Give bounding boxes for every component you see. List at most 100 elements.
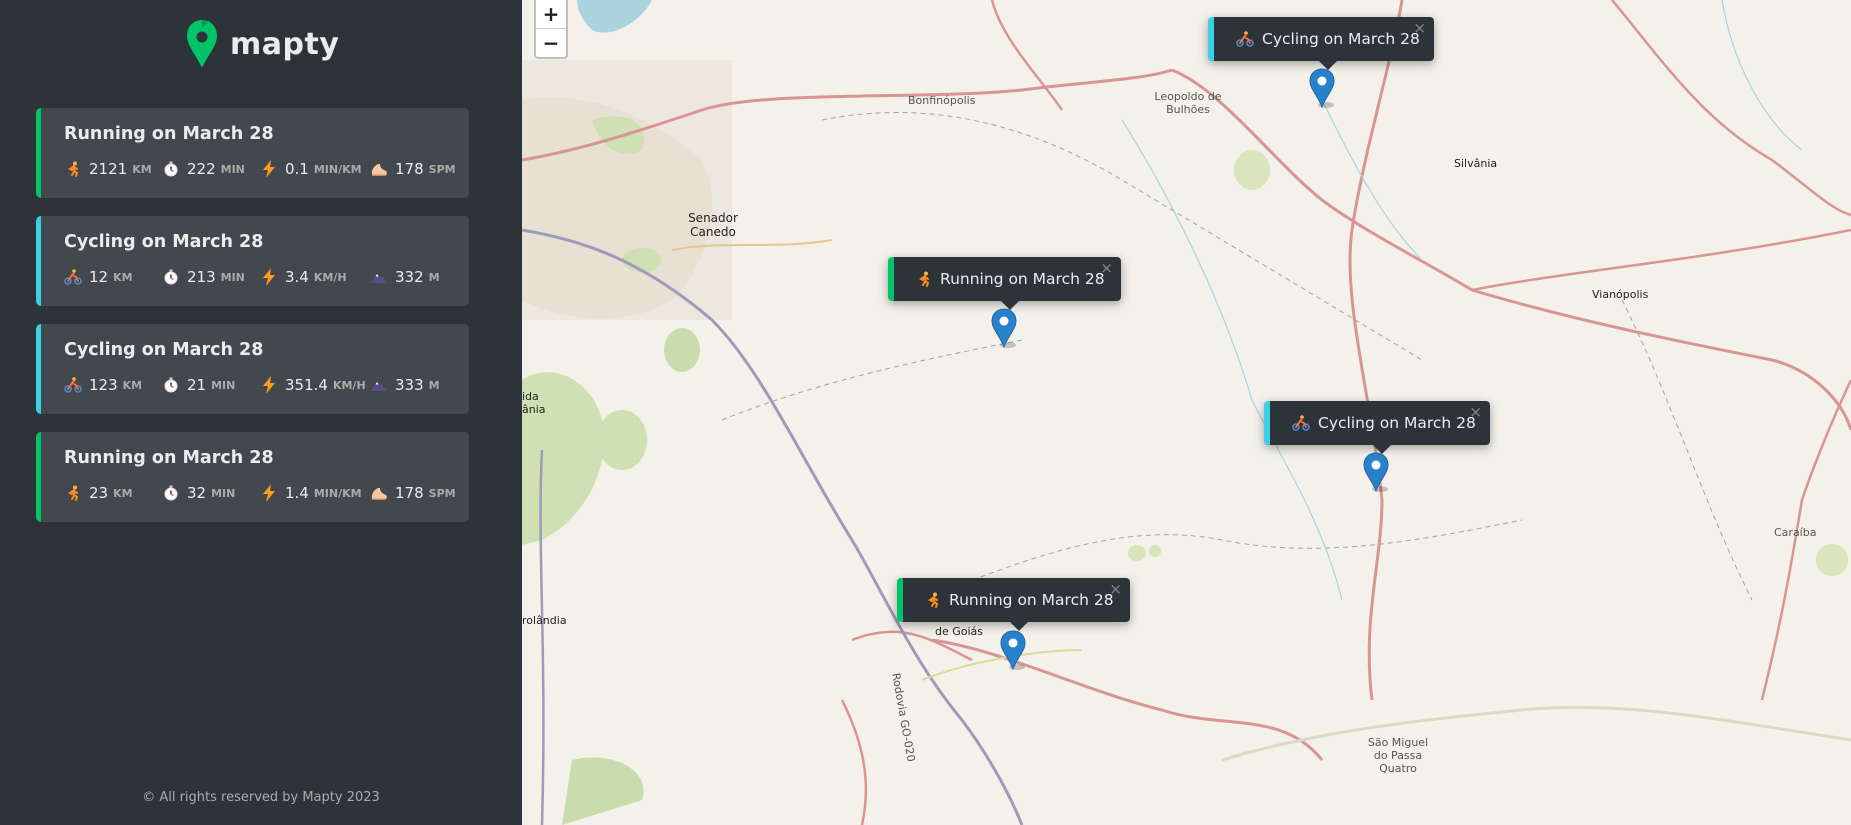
workout-details: 2121 KM 222 MIN 0.1 MIN/KM 178 SPM [64,160,460,178]
lightning-icon [260,268,278,286]
workout-list: Running on March 28 2121 KM 222 MIN 0.1 … [36,108,469,540]
popup-close-icon[interactable]: × [1109,580,1122,598]
extra-value: 332 [395,268,424,286]
popup-close-icon[interactable]: × [1413,19,1426,37]
workout-speed: 351.4 KM/H [260,376,370,394]
workout-title: Cycling on March 28 [64,340,264,360]
extra-value: 178 [395,160,424,178]
workout-card-cycling[interactable]: Cycling on March 28 123 KM 21 MIN 351.4 … [36,324,469,414]
workout-card-cycling[interactable]: Cycling on March 28 12 KM 213 MIN 3.4 KM… [36,216,469,306]
zoom-in-button[interactable]: + [536,0,566,28]
popup-label: Running on March 28 [940,270,1105,288]
footprint-icon [370,160,388,178]
app-name: mapty [230,26,340,62]
duration-unit: MIN [211,486,236,500]
duration-value: 222 [187,160,216,178]
duration-unit: MIN [211,378,236,392]
popup-label: Cycling on March 28 [1318,414,1476,432]
workout-popup-running[interactable]: Running on March 28 × [897,578,1130,631]
map-label-de-goias: de Goiás [935,625,984,638]
map-label-silvania: Silvânia [1454,157,1498,170]
distance-value: 23 [89,484,109,502]
popup-close-icon[interactable]: × [1100,259,1113,277]
map-label-leopoldo: Leopoldo de Bulhões [1154,90,1222,116]
workout-distance: 12 KM [64,268,162,286]
duration-value: 21 [187,376,207,394]
stopwatch-icon [162,484,180,502]
zoom-control: + − [534,0,568,59]
workout-speed: 1.4 MIN/KM [260,484,370,502]
running-person-icon [925,592,941,608]
workout-duration: 222 MIN [162,160,260,178]
footprint-icon [370,484,388,502]
map-marker-icon[interactable] [991,308,1017,349]
workout-card-running[interactable]: Running on March 28 23 KM 32 MIN 1.4 MIN… [36,432,469,522]
duration-value: 213 [187,268,216,286]
stopwatch-icon [162,160,180,178]
lightning-icon [260,484,278,502]
extra-unit: M [428,378,440,392]
workout-distance: 2121 KM [64,160,162,178]
sidebar: mapty Running on March 28 2121 KM 222 MI… [0,0,522,825]
workout-details: 12 KM 213 MIN 3.4 KM/H 332 M [64,268,460,286]
speed-unit: KM/H [332,378,366,392]
mountain-icon [370,376,388,394]
workout-duration: 21 MIN [162,376,260,394]
running-person-icon [916,271,932,287]
running-person-icon [64,484,82,502]
map-tiles [522,0,1851,825]
workout-distance: 23 KM [64,484,162,502]
map-label-vianopolis: Vianópolis [1592,288,1649,301]
extra-value: 178 [395,484,424,502]
speed-unit: MIN/KM [313,162,362,176]
map-label-bonfinopolis: Bonfinópolis [908,94,976,107]
speed-value: 1.4 [285,484,309,502]
distance-unit: KM [122,378,143,392]
extra-value: 333 [395,376,424,394]
speed-value: 0.1 [285,160,309,178]
map-marker-icon[interactable] [1363,452,1389,493]
cyclist-icon [64,268,82,286]
workout-duration: 32 MIN [162,484,260,502]
distance-value: 2121 [89,160,128,178]
speed-value: 3.4 [285,268,309,286]
distance-unit: KM [132,162,152,176]
speed-unit: KM/H [313,270,347,284]
distance-value: 123 [89,376,118,394]
map-label-caraiba: Caraíba [1774,526,1817,539]
lightning-icon [260,376,278,394]
popup-close-icon[interactable]: × [1469,403,1482,421]
map-label-rolandia: rolândia [522,614,567,627]
map-marker-icon[interactable] [1000,630,1026,671]
map-pin-logo-icon [187,20,217,68]
stopwatch-icon [162,376,180,394]
copyright-footer: © All rights reserved by Mapty 2023 [142,790,380,805]
popup-label: Cycling on March 28 [1262,30,1420,48]
map[interactable]: Bonfinópolis Leopoldo de Bulhões Silvâni… [522,0,1851,825]
speed-value: 351.4 [285,376,328,394]
duration-unit: MIN [220,162,245,176]
extra-unit: SPM [428,486,456,500]
map-label-senador-canedo: Senador Canedo [688,211,738,239]
workout-popup-running[interactable]: Running on March 28 × [888,257,1121,310]
cyclist-icon [1292,415,1310,431]
app-logo: mapty [186,18,339,70]
workout-extra: 332 M [370,268,460,286]
map-label-sao-miguel: São Miguel do Passa Quatro [1367,736,1429,775]
workout-title: Cycling on March 28 [64,232,264,252]
lightning-icon [260,160,278,178]
distance-value: 12 [89,268,109,286]
workout-card-running[interactable]: Running on March 28 2121 KM 222 MIN 0.1 … [36,108,469,198]
distance-unit: KM [113,486,133,500]
workout-extra: 333 M [370,376,460,394]
workout-popup-cycling[interactable]: Cycling on March 28 × [1264,401,1490,454]
extra-unit: M [428,270,440,284]
speed-unit: MIN/KM [313,486,362,500]
workout-speed: 3.4 KM/H [260,268,370,286]
map-label-ida-ania: ida ânia [522,390,546,416]
mountain-icon [370,268,388,286]
cyclist-icon [1236,31,1254,47]
map-marker-icon[interactable] [1309,68,1335,109]
zoom-out-button[interactable]: − [536,28,566,57]
workout-popup-cycling[interactable]: Cycling on March 28 × [1208,17,1434,70]
